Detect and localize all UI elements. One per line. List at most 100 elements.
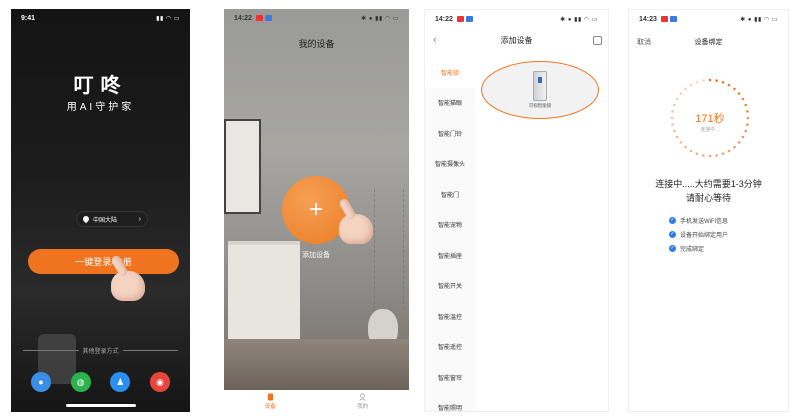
progress-dot [708, 78, 712, 82]
category-item[interactable]: 智能温控 [425, 301, 475, 332]
weibo-icon[interactable]: ◉ [149, 372, 170, 392]
pointing-hand-icon [339, 214, 373, 244]
device-binding-screen: 14:23 ✱ ● ▮▮ ◠ ▭ 取消 设备绑定 171秒 连接中... 连接中… [628, 9, 789, 412]
user-icon [359, 392, 366, 401]
chevron-right-icon: › [138, 215, 141, 223]
home-indicator [66, 404, 136, 407]
login-screen: 9:41 ▮▮ ◠ ▭ 叮咚 用AI守护家 中国大陆 › 一键登录/注册 其他登… [11, 9, 190, 412]
step-item: ✓ 手机发送WiFi信息 [669, 216, 728, 225]
status-time: 14:22 [234, 14, 252, 22]
status-bar: 14:23 ✱ ● ▮▮ ◠ ▭ [629, 10, 788, 28]
add-device-screen: 14:22 ✱ ● ▮▮ ◠ ▭ ‹ 添加设备 智能锁 智能猫眼 智能门铃 智能… [424, 9, 609, 412]
signal-icons: ✱ ● ▮▮ ◠ ▭ [560, 16, 598, 23]
signal-icons: ✱ ● ▮▮ ◠ ▭ [361, 15, 399, 22]
social-login-row: ● ◍ ♟ ◉ [31, 372, 170, 392]
category-item[interactable]: 智能开关 [425, 271, 475, 302]
category-item[interactable]: 智能照明 [425, 393, 475, 411]
status-bar: 9:41 ▮▮ ◠ ▭ [11, 9, 190, 27]
signal-icons: ✱ ● ▮▮ ◠ ▭ [740, 16, 778, 23]
status-time: 14:23 [639, 15, 657, 23]
floor-decoration [224, 339, 409, 394]
qq-icon[interactable]: ♟ [110, 372, 131, 392]
progress-dot [741, 135, 745, 139]
slogan: 用AI守护家 [66, 102, 135, 113]
status-bar: 14:22 ✱ ● ▮▮ ◠ ▭ [425, 10, 608, 28]
brand-name: 叮咚 [73, 75, 128, 97]
progress-dot [702, 154, 705, 157]
progress-dot [727, 83, 731, 87]
add-device-label: 添加设备 [302, 252, 330, 259]
progress-dot [741, 97, 745, 101]
check-icon: ✓ [669, 230, 676, 238]
progress-dot [702, 79, 705, 82]
progress-dot [672, 103, 676, 107]
step-item: ✓ 完成绑定 [669, 244, 705, 253]
category-item[interactable]: 智能猫眼 [425, 88, 475, 119]
connecting-label: 连接中... [700, 127, 720, 133]
plant-decoration [374, 189, 404, 309]
scan-icon[interactable] [593, 35, 602, 45]
progress-dot [689, 83, 693, 87]
progress-dot [679, 141, 683, 144]
bottom-tab-bar: 设备 我的 [224, 390, 409, 412]
wechat-icon[interactable]: ◍ [70, 372, 91, 392]
category-item[interactable]: 智能遥控 [425, 332, 475, 363]
page-title: 我的设备 [298, 39, 335, 49]
status-bar: 14:22 ✱ ● ▮▮ ◠ ▭ [224, 9, 409, 27]
account-login-icon[interactable]: ● [31, 372, 51, 392]
smart-lock-icon [533, 71, 547, 101]
cancel-button[interactable]: 取消 [637, 37, 651, 47]
progress-dot [721, 152, 725, 156]
region-label: 中国大陆 [93, 217, 118, 224]
category-item[interactable]: 智能宠物 [425, 210, 475, 241]
category-item[interactable]: 智能门铃 [425, 118, 475, 149]
notification-icon [660, 16, 668, 22]
notification-icon [669, 16, 677, 22]
signal-icons: ▮▮ ◠ ▭ [156, 15, 180, 22]
page-title: 设备绑定 [694, 39, 723, 46]
category-item[interactable]: 智能插座 [425, 240, 475, 271]
back-icon[interactable]: ‹ [433, 34, 437, 46]
my-devices-screen: 14:22 ✱ ● ▮▮ ◠ ▭ 我的设备 + 添加设备 设备 我的 [224, 9, 409, 412]
category-item[interactable]: 智能窗帘 [425, 362, 475, 393]
check-icon: ✓ [669, 216, 676, 224]
step-item: ✓ 设备开始绑定用户 [669, 230, 729, 239]
other-login-divider: 其他登录方式 [23, 346, 179, 355]
category-item[interactable]: 智能锁 [425, 57, 475, 88]
pointing-hand-icon [111, 271, 145, 301]
progress-dot [695, 152, 699, 156]
check-icon: ✓ [669, 244, 676, 252]
progress-dot [715, 154, 718, 157]
nav-bar: 取消 设备绑定 [629, 34, 788, 50]
progress-dot [715, 79, 718, 82]
category-item[interactable]: 智能摄像头 [425, 149, 475, 180]
one-tap-login-button[interactable]: 一键登录/注册 [28, 249, 179, 274]
notification-icon [264, 15, 272, 21]
progress-dot [727, 149, 731, 153]
category-item[interactable]: 智能门 [425, 179, 475, 210]
notification-icon [255, 15, 263, 21]
tab-mine[interactable]: 我的 [357, 392, 368, 410]
product-card[interactable]: 可视智能锁 [481, 61, 599, 119]
binding-steps: ✓ 手机发送WiFi信息 ✓ 设备开始绑定用户 ✓ 完成绑定 [669, 213, 728, 255]
progress-dot [689, 149, 693, 153]
progress-dot [733, 145, 736, 149]
other-login-label: 其他登录方式 [82, 349, 119, 355]
nav-bar: ‹ 添加设备 [425, 30, 608, 50]
tab-devices[interactable]: 设备 [265, 393, 276, 410]
progress-dot [684, 145, 687, 149]
status-time: 9:41 [21, 14, 36, 22]
status-message-sub: 请耐心等待 [685, 193, 731, 203]
status-message: 连接中.....大约需要1-3分钟 [655, 179, 762, 189]
progress-dot [695, 80, 699, 84]
progress-dot [684, 87, 687, 91]
product-name: 可视智能锁 [528, 103, 552, 108]
progress-dot [733, 87, 736, 91]
status-time: 14:22 [435, 15, 453, 23]
page-title: 添加设备 [500, 35, 533, 45]
region-selector[interactable]: 中国大陆 › [76, 211, 148, 227]
picture-frame-decoration [224, 119, 261, 214]
progress-dot [721, 80, 725, 84]
progress-dot [708, 154, 712, 158]
progress-dot [744, 103, 748, 107]
